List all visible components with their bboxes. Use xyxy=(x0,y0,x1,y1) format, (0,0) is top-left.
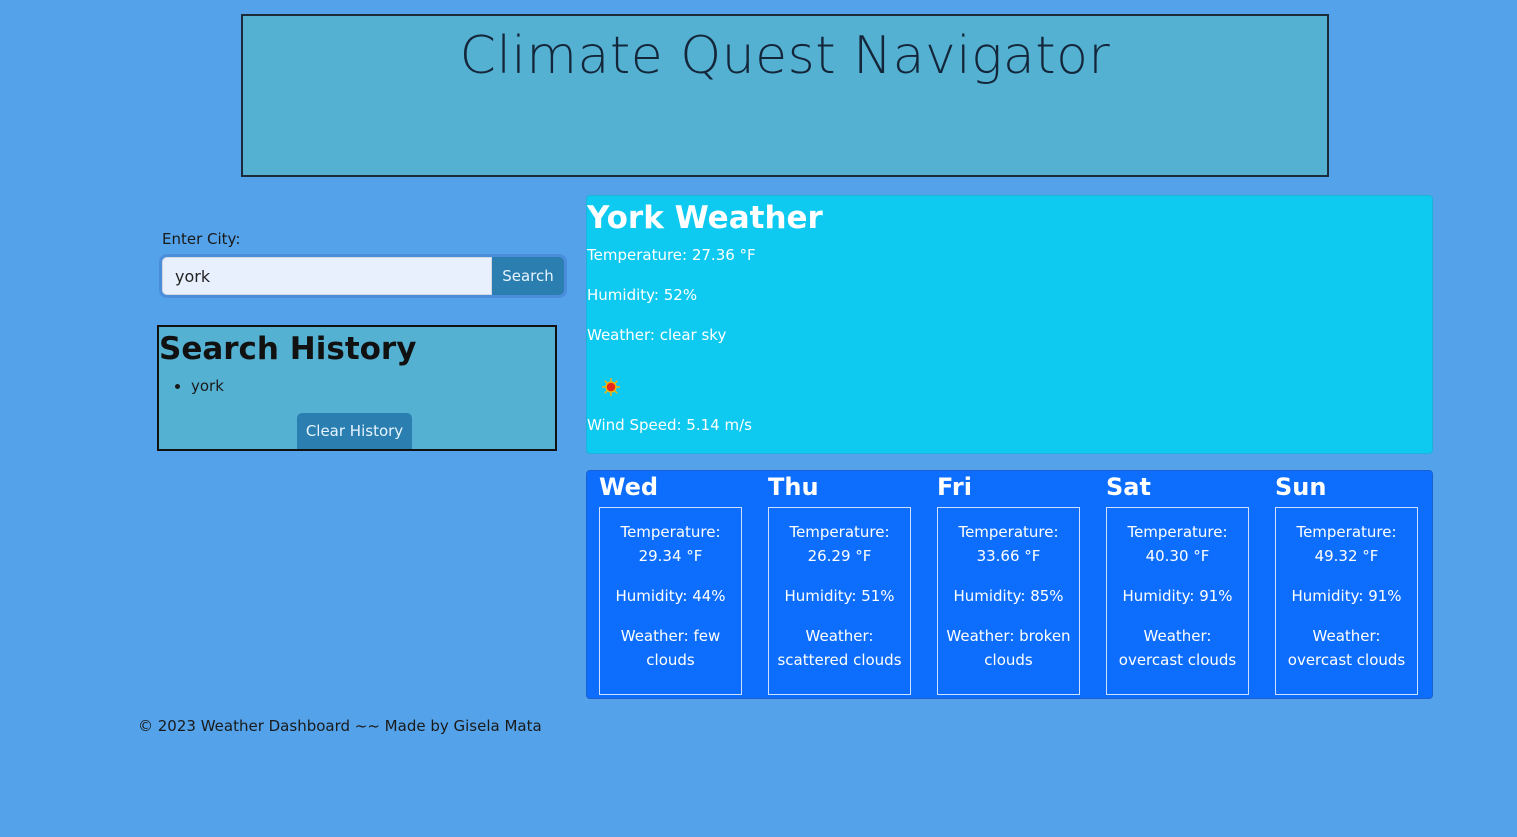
clear-history-button[interactable]: Clear History xyxy=(297,413,412,449)
header-banner: Climate Quest Navigator xyxy=(241,14,1329,177)
forecast-temp: 29.34 °F xyxy=(638,547,703,565)
forecast-card: Temperature: 26.29 °F Humidity: 51% Weath… xyxy=(768,507,911,695)
forecast-day-name: Fri xyxy=(937,473,972,501)
forecast-temp: 40.30 °F xyxy=(1145,547,1210,565)
forecast-weather: Weather: few clouds xyxy=(620,627,721,669)
forecast-temp-label: Temperature: xyxy=(789,523,890,541)
search-button[interactable]: Search xyxy=(492,257,564,295)
city-label: Enter City: xyxy=(162,230,241,248)
forecast-humidity: Humidity: 91% xyxy=(1122,587,1233,605)
current-humidity: Humidity: 52% xyxy=(587,286,698,304)
forecast-temp: 33.66 °F xyxy=(976,547,1041,565)
current-wind: Wind Speed: 5.14 m/s xyxy=(587,416,752,434)
forecast-humidity: Humidity: 51% xyxy=(784,587,895,605)
forecast-day: Sat Temperature: 40.30 °F Humidity: 91% W… xyxy=(1106,471,1251,695)
city-input[interactable] xyxy=(162,257,492,295)
forecast-temp: 26.29 °F xyxy=(807,547,872,565)
forecast-day-name: Thu xyxy=(768,473,819,501)
search-area: Enter City: Search xyxy=(162,230,564,295)
forecast-temp-label: Temperature: xyxy=(1296,523,1397,541)
page-title: Climate Quest Navigator xyxy=(459,26,1111,86)
forecast-temp-label: Temperature: xyxy=(1127,523,1228,541)
forecast-panel: Wed Temperature: 29.34 °F Humidity: 44% W… xyxy=(586,470,1433,699)
current-temperature: Temperature: 27.36 °F xyxy=(587,246,756,264)
history-item[interactable]: york xyxy=(191,375,555,397)
forecast-day-name: Sat xyxy=(1106,473,1151,501)
forecast-weather: Weather: broken clouds xyxy=(946,627,1071,669)
forecast-day: Thu Temperature: 26.29 °F Humidity: 51% W… xyxy=(768,471,913,695)
forecast-day-name: Sun xyxy=(1275,473,1327,501)
history-list: york xyxy=(159,375,555,397)
sun-icon xyxy=(602,378,620,396)
forecast-day: Sun Temperature: 49.32 °F Humidity: 91% W… xyxy=(1275,471,1420,695)
forecast-day: Wed Temperature: 29.34 °F Humidity: 44% W… xyxy=(599,471,744,695)
forecast-card: Temperature: 49.32 °F Humidity: 91% Weath… xyxy=(1275,507,1418,695)
forecast-humidity: Humidity: 85% xyxy=(953,587,1064,605)
forecast-temp: 49.32 °F xyxy=(1314,547,1379,565)
forecast-humidity: Humidity: 44% xyxy=(615,587,726,605)
search-history-title: Search History xyxy=(159,331,417,367)
forecast-card: Temperature: 33.66 °F Humidity: 85% Weath… xyxy=(937,507,1080,695)
forecast-humidity: Humidity: 91% xyxy=(1291,587,1402,605)
current-weather-title: York Weather xyxy=(587,200,823,236)
forecast-day: Fri Temperature: 33.66 °F Humidity: 85% W… xyxy=(937,471,1082,695)
current-weather-desc: Weather: clear sky xyxy=(587,326,727,344)
forecast-weather: Weather: overcast clouds xyxy=(1287,627,1406,669)
search-row: Search xyxy=(162,257,564,295)
forecast-card: Temperature: 29.34 °F Humidity: 44% Weath… xyxy=(599,507,742,695)
forecast-temp-label: Temperature: xyxy=(620,523,721,541)
forecast-card: Temperature: 40.30 °F Humidity: 91% Weath… xyxy=(1106,507,1249,695)
search-history-panel: Search History york Clear History xyxy=(157,325,557,451)
forecast-weather: Weather: overcast clouds xyxy=(1118,627,1237,669)
forecast-day-name: Wed xyxy=(599,473,659,501)
current-weather-panel: York Weather Temperature: 27.36 °F Humid… xyxy=(586,195,1433,454)
footer-text: © 2023 Weather Dashboard ~~ Made by Gise… xyxy=(138,717,542,735)
forecast-weather: Weather: scattered clouds xyxy=(777,627,902,669)
forecast-temp-label: Temperature: xyxy=(958,523,1059,541)
